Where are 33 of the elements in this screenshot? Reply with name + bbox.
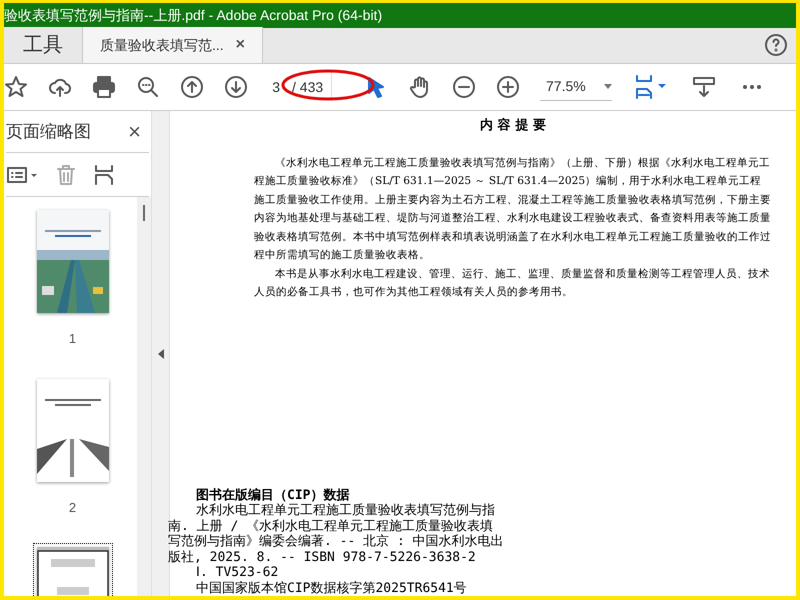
fit-width-icon[interactable] — [634, 75, 668, 99]
cip-line: 南. 上册 / 《水利水电工程单元工程施工质量验收表填 — [168, 518, 494, 534]
tab[interactable]: 工具 — [4, 27, 83, 63]
close-icon[interactable]: × — [128, 115, 141, 148]
window-title: 验收表填写范例与指南--上册.pdf - Adobe Acrobat Pro (64-bit) — [4, 6, 382, 25]
sidebar-title: 页面缩略图 — [6, 120, 91, 143]
cip-line: 水利水电工程单元工程施工质量验收表填写范例与指 — [195, 503, 496, 518]
print-icon[interactable] — [92, 75, 116, 99]
page-number: 1 — [68, 330, 76, 348]
arrow-down-icon[interactable] — [224, 75, 248, 99]
caret-icon — [604, 84, 612, 89]
arrow-up-icon[interactable] — [180, 75, 204, 99]
zoom-in-icon[interactable] — [496, 75, 520, 99]
star-icon[interactable] — [4, 75, 28, 99]
zoom-search-icon[interactable] — [136, 75, 160, 99]
cip-heading: 图书在版编目（CIP）数据 — [195, 488, 350, 503]
zoom-out-icon[interactable] — [452, 75, 476, 99]
scrollbar-thumb[interactable] — [143, 205, 145, 221]
insert-page-icon[interactable] — [92, 162, 116, 186]
cip-line: 版社, 2025. 8. -- ISBN 978-7-5226-3638-2 — [168, 550, 477, 565]
page-number: 2 — [68, 498, 76, 516]
close-icon[interactable]: × — [236, 33, 245, 57]
paragraph: 《水利水电工程单元工程施工质量验收表填写范例与指南》（上册、下册）根据《水利水电工程单元工程施工质量验收标准》（SL/T 631.1—2025 ～ SL/T 631.4—2025）编制，用于水利水电工程单元工程施工质量验收工作使用。上册主要内容为土石方工程、混凝土工程等施工质量验收表格填写范例，下册主要内容为地基处理与基础工程、堤防与河道整治工程、水利水电建设工程验收表式、备查资料用表等施工质量验收表格填写范例。本书中填写范例样表和填表说明涵盖了在水利水电工程单元工程施工质量验收的工作过程中所需填写的施工质量验收表格。 — [254, 156, 772, 263]
collapse-arrow-icon[interactable] — [158, 348, 164, 358]
cip-line: 中国国家版本馆CIP数据核字第2025TR6541号 — [195, 580, 468, 596]
help-icon[interactable] — [764, 33, 788, 57]
page-heading: 内 容 提 要 — [479, 116, 547, 135]
paragraph: 本书是从事水利水电工程建设、管理、运行、施工、监理、质量监督和质量检测等工程管理人员、技术人员的必备工具书，也可作为其他工程领域有关人员的参考用书。 — [254, 266, 772, 300]
cip-line: Ⅰ. TV523-62 — [195, 565, 280, 580]
tab[interactable]: 质量验收表填写范... × — [83, 27, 263, 63]
page-number-field[interactable]: 3 / 433 — [262, 73, 332, 101]
zoom-dropdown[interactable]: 77.5% — [540, 73, 612, 101]
cip-line: 写范例与指南》编委会编著. -- 北京 : 中国水利水电出 — [168, 534, 505, 550]
